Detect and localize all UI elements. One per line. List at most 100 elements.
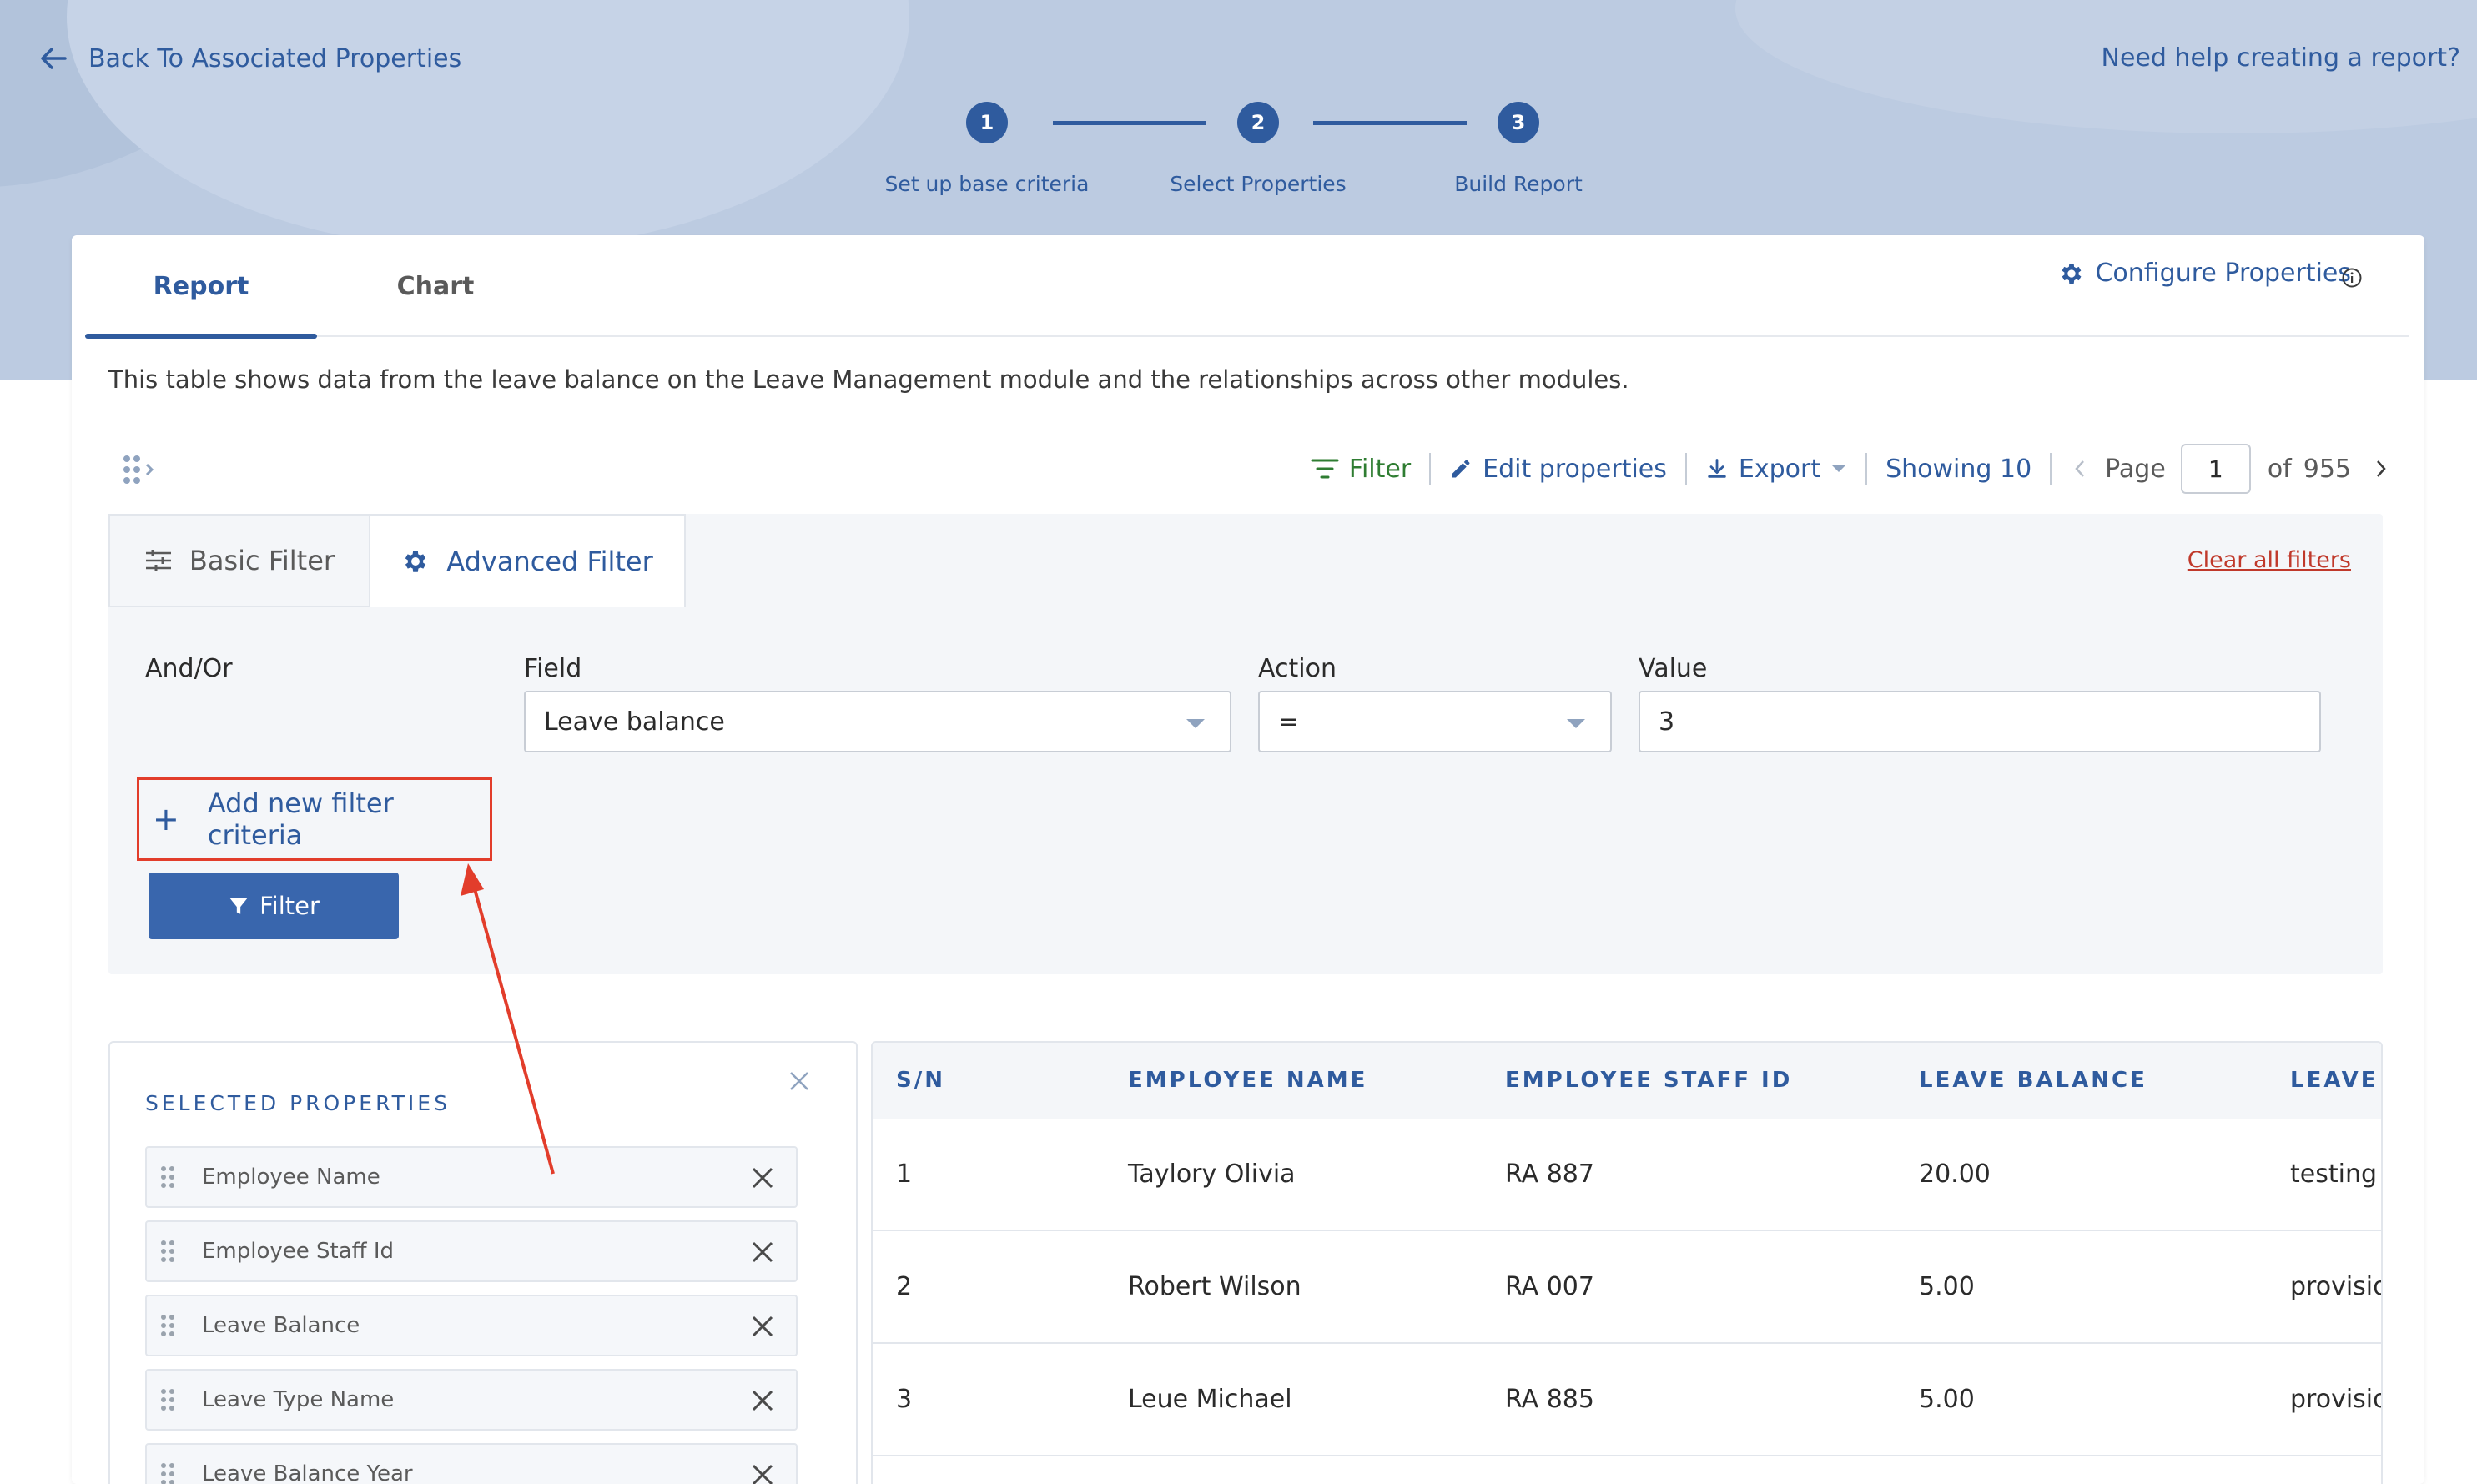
- back-link-label: Back To Associated Properties: [88, 43, 462, 73]
- step-1-label: Set up base criteria: [884, 172, 1090, 196]
- cell-sn: 2: [896, 1272, 913, 1301]
- selected-property-label: Employee Name: [202, 1165, 380, 1190]
- action-select-value: =: [1278, 707, 1300, 737]
- selected-property-item[interactable]: Employee Name: [145, 1146, 798, 1208]
- cell-sn: 3: [896, 1385, 913, 1414]
- filter-toggle-button[interactable]: Filter: [1311, 455, 1411, 484]
- selected-property-item[interactable]: Employee Staff Id: [145, 1220, 798, 1282]
- filter-panel: Basic Filter Advanced Filter Clear all f…: [108, 514, 2383, 974]
- step-connector: [1313, 121, 1467, 125]
- page-label: Page: [2105, 454, 2166, 484]
- sliders-icon: [145, 550, 171, 571]
- funnel-icon: [229, 898, 248, 914]
- value-label: Value: [1639, 654, 1708, 683]
- toolbar-divider: [1684, 453, 1687, 485]
- report-table: S/N EMPLOYEE NAME EMPLOYEE STAFF ID LEAV…: [871, 1041, 2383, 1484]
- arrow-left-icon: [41, 48, 67, 69]
- page-number-input[interactable]: [2180, 444, 2251, 494]
- field-select-value: Leave balance: [544, 707, 725, 737]
- of-label: of: [2267, 454, 2292, 484]
- remove-property-icon[interactable]: [749, 1387, 776, 1414]
- add-filter-criteria-button[interactable]: + Add new filter criteria: [137, 777, 492, 861]
- close-icon[interactable]: [788, 1069, 811, 1093]
- drag-handle-icon[interactable]: [160, 1313, 175, 1338]
- export-dropdown[interactable]: Export: [1705, 455, 1847, 484]
- caret-down-icon: [1832, 465, 1846, 472]
- toolbar-divider: [1865, 453, 1868, 485]
- table-row[interactable]: 2 Robert Wilson RA 007 5.00 provisior: [873, 1232, 2381, 1344]
- clear-all-filters-link[interactable]: Clear all filters: [2188, 547, 2351, 573]
- chevron-down-icon: [1567, 719, 1585, 728]
- showing-count-dropdown[interactable]: Showing 10: [1885, 455, 2031, 484]
- step-2-indicator[interactable]: 2: [1237, 102, 1279, 143]
- selected-property-item[interactable]: Leave Balance: [145, 1295, 798, 1356]
- and-or-label: And/Or: [145, 654, 233, 683]
- remove-property-icon[interactable]: [749, 1239, 776, 1265]
- column-header-employee-name[interactable]: EMPLOYEE NAME: [1128, 1068, 1367, 1093]
- step-3-indicator[interactable]: 3: [1498, 102, 1539, 143]
- report-description: This table shows data from the leave bal…: [108, 365, 1629, 394]
- export-label: Export: [1738, 454, 1821, 484]
- cell-leave-type: testing l: [2290, 1160, 2383, 1189]
- toolbar-divider: [1429, 453, 1432, 485]
- basic-filter-label: Basic Filter: [189, 545, 335, 576]
- action-select[interactable]: =: [1258, 691, 1612, 752]
- help-link[interactable]: Need help creating a report?: [2102, 43, 2461, 73]
- configure-properties-button[interactable]: Configure Properties: [2058, 259, 2351, 288]
- column-header-staff-id[interactable]: EMPLOYEE STAFF ID: [1505, 1068, 1792, 1093]
- info-icon[interactable]: [2341, 267, 2363, 289]
- report-stepper: 1 2 3 Set up base criteria Select Proper…: [868, 102, 1602, 202]
- add-filter-criteria-label: Add new filter criteria: [207, 787, 394, 851]
- value-input[interactable]: 3: [1639, 691, 2321, 752]
- selected-property-label: Leave Balance Year: [202, 1461, 413, 1484]
- back-link[interactable]: Back To Associated Properties: [37, 42, 461, 75]
- cell-staff-id: RA 007: [1505, 1272, 1594, 1301]
- filter-toggle-label: Filter: [1348, 454, 1412, 484]
- chevron-right-icon[interactable]: [2371, 456, 2391, 481]
- gear-icon: [405, 551, 426, 572]
- column-header-leave-balance[interactable]: LEAVE BALANCE: [1919, 1068, 2147, 1093]
- selected-properties-title: SELECTED PROPERTIES: [145, 1091, 451, 1115]
- download-icon: [1708, 459, 1726, 478]
- selected-property-item[interactable]: Leave Type Name: [145, 1369, 798, 1431]
- cell-employee-name: Robert Wilson: [1128, 1272, 1301, 1301]
- cell-leave-balance: 5.00: [1919, 1272, 1975, 1301]
- toolbar-divider: [2050, 453, 2052, 485]
- chevron-left-icon[interactable]: [2070, 456, 2090, 481]
- cell-leave-balance: 5.00: [1919, 1385, 1975, 1414]
- plus-icon: +: [153, 801, 179, 838]
- selected-property-item[interactable]: Leave Balance Year: [145, 1443, 798, 1484]
- edit-properties-button[interactable]: Edit properties: [1449, 455, 1667, 484]
- report-card: Report Chart Configure Properties This t…: [72, 235, 2424, 1484]
- configure-properties-label: Configure Properties: [2095, 259, 2351, 288]
- field-select[interactable]: Leave balance: [524, 691, 1231, 752]
- advanced-filter-label: Advanced Filter: [446, 546, 653, 577]
- cell-leave-type: provisior: [2290, 1385, 2381, 1414]
- column-header-leave-type[interactable]: LEAVE T: [2290, 1068, 2381, 1093]
- tab-basic-filter[interactable]: Basic Filter: [108, 514, 369, 607]
- table-row[interactable]: 1 Taylory Olivia RA 887 20.00 testing l: [873, 1119, 2381, 1231]
- apply-filter-button[interactable]: Filter: [149, 873, 399, 939]
- tab-chart[interactable]: Chart: [335, 235, 536, 337]
- remove-property-icon[interactable]: [749, 1461, 776, 1484]
- drag-handle-icon[interactable]: [160, 1461, 175, 1484]
- drag-handle-icon[interactable]: [160, 1239, 175, 1264]
- step-2-label: Select Properties: [1170, 172, 1347, 196]
- remove-property-icon[interactable]: [749, 1313, 776, 1340]
- apply-filter-label: Filter: [259, 892, 320, 920]
- cell-employee-name: Leue Michael: [1128, 1385, 1292, 1414]
- filter-lines-icon: [1311, 459, 1339, 479]
- cell-leave-balance: 20.00: [1919, 1160, 1991, 1189]
- cell-employee-name: Taylory Olivia: [1128, 1160, 1296, 1189]
- tab-report[interactable]: Report: [85, 235, 317, 339]
- drag-handle-icon[interactable]: [160, 1165, 175, 1190]
- remove-property-icon[interactable]: [749, 1165, 776, 1191]
- cell-leave-type: provisior: [2290, 1272, 2381, 1301]
- table-row[interactable]: 3 Leue Michael RA 885 5.00 provisior: [873, 1345, 2381, 1456]
- column-header-sn[interactable]: S/N: [896, 1068, 945, 1093]
- tab-advanced-filter[interactable]: Advanced Filter: [369, 514, 686, 607]
- drag-handle-icon[interactable]: [160, 1387, 175, 1412]
- step-1-indicator[interactable]: 1: [966, 102, 1008, 143]
- drag-handle-icon[interactable]: [118, 449, 165, 490]
- report-tabs: Report Chart Configure Properties: [85, 235, 2409, 339]
